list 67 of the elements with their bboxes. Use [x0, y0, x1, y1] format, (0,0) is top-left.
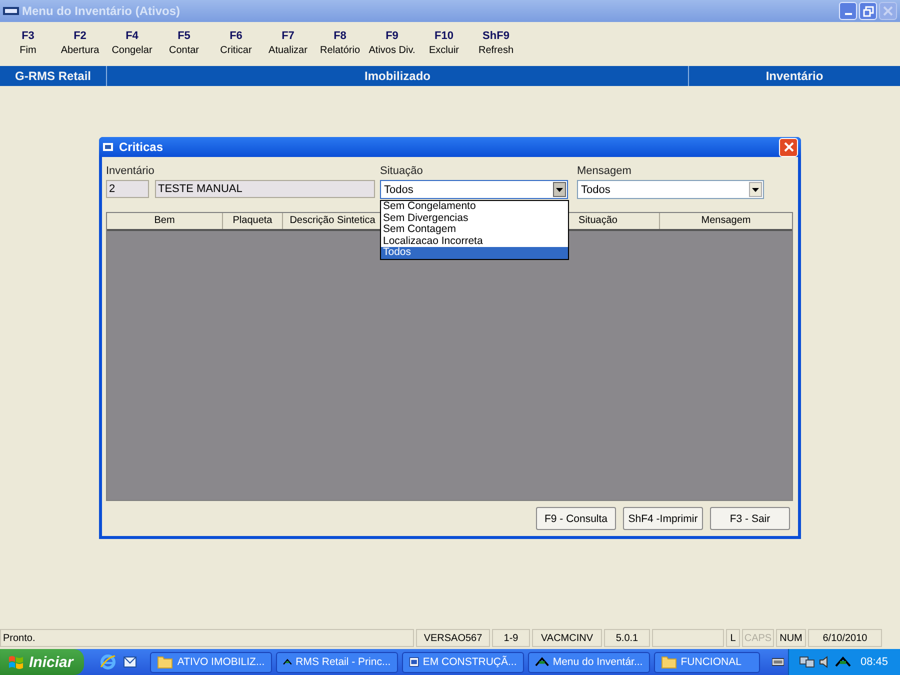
- dialog-title: Criticas: [119, 140, 164, 154]
- taskbar-button[interactable]: Menu do Inventár...: [528, 652, 650, 672]
- function-key-button[interactable]: F3 Fim: [2, 30, 54, 60]
- dropdown-arrow-icon: [752, 188, 759, 192]
- start-button[interactable]: Iniciar: [0, 649, 84, 675]
- status-panel: L: [726, 629, 740, 647]
- readonly-field: TESTE MANUAL: [155, 180, 375, 198]
- app-icon: [534, 656, 549, 668]
- folder-icon: [660, 655, 677, 669]
- taskbar-button[interactable]: ATIVO IMOBILIZ...: [150, 652, 272, 672]
- dropdown-option[interactable]: Sem Congelamento: [381, 201, 568, 212]
- clock: 08:45: [860, 656, 888, 668]
- minimize-icon: [844, 13, 852, 15]
- function-key-button[interactable]: F8 Relatório: [314, 30, 366, 60]
- status-panel: NUM: [776, 629, 806, 647]
- browser-icon[interactable]: [100, 654, 116, 670]
- dropdown-arrow-icon: [556, 188, 563, 192]
- function-key-button[interactable]: ShF9 Refresh: [470, 30, 522, 60]
- status-panel: 1-9: [492, 629, 530, 647]
- app-icon[interactable]: [835, 656, 852, 668]
- restore-icon: [862, 6, 874, 16]
- dropdown-option[interactable]: Localizacao Incorreta: [381, 236, 568, 247]
- status-panel: VACMCINV: [532, 629, 602, 647]
- column-header[interactable]: Mensagem: [660, 213, 792, 229]
- header-band-cell-text: Inventário: [764, 68, 824, 85]
- status-panel: VERSAO567: [416, 629, 490, 647]
- dropdown-field[interactable]: Todos: [577, 180, 764, 199]
- function-key-button[interactable]: F5 Contar: [158, 30, 210, 60]
- function-key-button[interactable]: F4 Congelar: [106, 30, 158, 60]
- column-header[interactable]: Situação: [537, 213, 660, 229]
- close-icon: [784, 142, 794, 152]
- dropdown-field[interactable]: Todos: [380, 180, 568, 199]
- status-panel: Pronto.: [0, 629, 414, 647]
- keyboard-icon[interactable]: [772, 657, 784, 667]
- window-title: Menu do Inventário (Ativos): [22, 4, 182, 18]
- column-header[interactable]: Plaqueta: [223, 213, 283, 229]
- taskbar-button[interactable]: FUNCIONAL: [654, 652, 760, 672]
- taskbar-button[interactable]: RMS Retail - Princ...: [276, 652, 398, 672]
- readonly-field: 2: [106, 180, 149, 198]
- header-band-cell: Imobilizado: [107, 66, 689, 86]
- close-icon: [883, 6, 893, 16]
- dropdown-option[interactable]: Todos: [381, 247, 568, 258]
- folder-icon: [157, 655, 174, 669]
- minimize-button[interactable]: [839, 2, 857, 20]
- app-icon: [3, 5, 19, 17]
- windows-flag-icon: [8, 654, 24, 670]
- function-key-button[interactable]: F9 Ativos Div.: [366, 30, 418, 60]
- taskbar-button[interactable]: EM CONSTRUÇÃ...: [402, 652, 524, 672]
- status-panel: [652, 629, 724, 647]
- action-button[interactable]: ShF4 -Imprimir: [623, 507, 703, 530]
- status-panel: CAPS: [742, 629, 774, 647]
- status-panel: 5.0.1: [604, 629, 650, 647]
- document-icon: [408, 655, 419, 669]
- restore-button[interactable]: [859, 2, 877, 20]
- column-header[interactable]: Bem: [107, 213, 223, 229]
- network-icon[interactable]: [799, 655, 816, 669]
- status-panel: 6/10/2010: [808, 629, 882, 647]
- header-band-cell: G-RMS Retail: [0, 66, 107, 86]
- function-key-button[interactable]: F6 Criticar: [210, 30, 262, 60]
- column-header[interactable]: Descrição Sintetica: [283, 213, 383, 229]
- window-icon: [102, 142, 114, 152]
- action-button[interactable]: F3 - Sair: [710, 507, 790, 530]
- function-key-button[interactable]: F7 Atualizar: [262, 30, 314, 60]
- function-key-button[interactable]: F2 Abertura: [54, 30, 106, 60]
- function-key-button[interactable]: F10 Excluir: [418, 30, 470, 60]
- action-button[interactable]: F9 - Consulta: [536, 507, 616, 530]
- envelope-icon[interactable]: [122, 654, 138, 670]
